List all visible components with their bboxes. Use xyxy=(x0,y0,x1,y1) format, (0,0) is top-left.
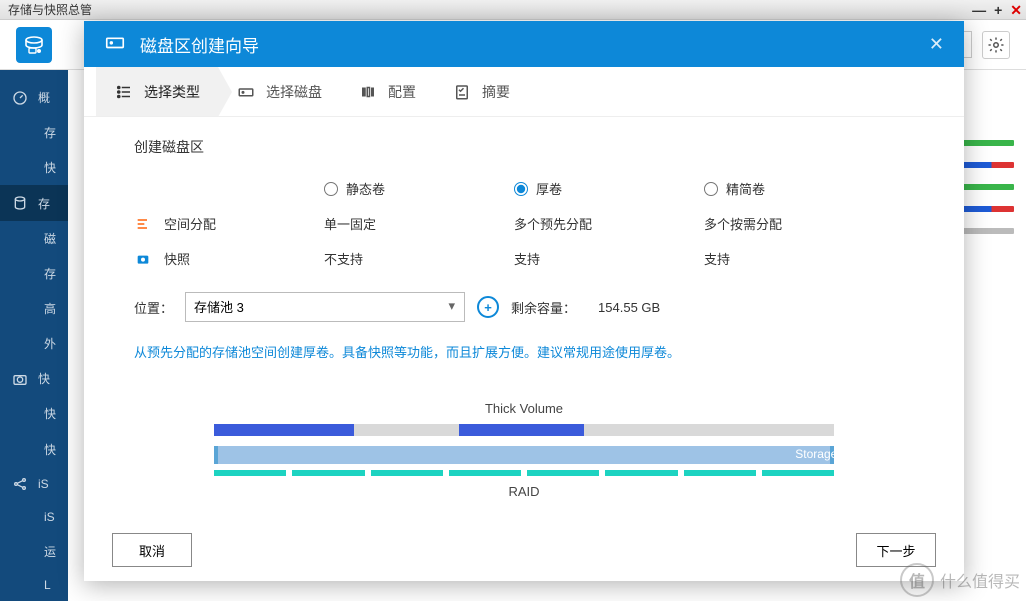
allocation-icon xyxy=(134,215,152,233)
sidebar-item[interactable]: 存 xyxy=(0,256,68,291)
sidebar-item[interactable]: 快 xyxy=(0,150,68,185)
disk-icon xyxy=(104,31,126,58)
sidebar-item[interactable]: 高 xyxy=(0,291,68,326)
sidebar-item[interactable]: 磁 xyxy=(0,221,68,256)
section-title: 创建磁盘区 xyxy=(134,137,914,157)
sliders-icon xyxy=(358,82,378,102)
diagram-thick-label: Thick Volume xyxy=(134,401,914,416)
diagram-raid-label: RAID xyxy=(134,484,914,499)
volume-diagram: Thick Volume Storage Pool RAID xyxy=(134,401,914,499)
volume-wizard-modal: 磁盘区创建向导 ✕ 选择类型 选择磁盘 配置 摘要 创建磁盘区 静态卷 厚卷 精… xyxy=(84,21,964,581)
storage-pool-select[interactable]: 存储池 3 xyxy=(185,292,465,322)
cell: 不支持 xyxy=(324,249,514,268)
sidebar: 概 存 快 存 磁 存 高 外 快 快 快 iS iS 运 L xyxy=(0,70,68,601)
storage-pool-bar: Storage Pool xyxy=(214,446,834,464)
modal-body: 创建磁盘区 静态卷 厚卷 精简卷 空间分配 单一固定 多个预先分配 多个按需分配… xyxy=(84,117,964,519)
close-window-button[interactable]: ✕ xyxy=(1010,2,1022,19)
location-row: 位置： 存储池 3 + 剩余容量： 154.55 GB xyxy=(134,292,914,322)
remaining-label: 剩余容量： xyxy=(511,298,576,317)
status-bars xyxy=(958,140,1014,234)
volume-type-grid: 静态卷 厚卷 精简卷 空间分配 单一固定 多个预先分配 多个按需分配 快照 不支… xyxy=(134,179,914,268)
row-snapshot-label: 快照 xyxy=(134,249,324,268)
step-summary[interactable]: 摘要 xyxy=(434,67,528,116)
settings-button[interactable] xyxy=(982,31,1010,59)
window-title-bar: 存储与快照总管 — + ✕ xyxy=(0,0,1026,20)
radio-thin-volume[interactable]: 精简卷 xyxy=(704,179,894,198)
step-configure[interactable]: 配置 xyxy=(340,67,434,116)
maximize-button[interactable]: + xyxy=(994,2,1002,19)
share-icon xyxy=(12,476,28,492)
remaining-value: 154.55 GB xyxy=(598,300,660,315)
sidebar-item-overview[interactable]: 概 xyxy=(0,80,68,115)
cell: 单一固定 xyxy=(324,214,514,233)
wizard-steps: 选择类型 选择磁盘 配置 摘要 xyxy=(84,67,964,117)
modal-title: 磁盘区创建向导 xyxy=(140,32,259,57)
modal-header: 磁盘区创建向导 ✕ xyxy=(84,21,964,67)
step-select-disk[interactable]: 选择磁盘 xyxy=(218,67,340,116)
cell: 支持 xyxy=(704,249,894,268)
sidebar-item[interactable]: L xyxy=(0,569,68,601)
sidebar-item-iscsi[interactable]: iS xyxy=(0,467,68,501)
modal-close-button[interactable]: ✕ xyxy=(929,34,944,55)
modal-footer: 取消 下一步 xyxy=(84,519,964,581)
list-icon xyxy=(114,82,134,102)
clipboard-icon xyxy=(452,82,472,102)
cell: 支持 xyxy=(514,249,704,268)
location-label: 位置： xyxy=(134,298,173,317)
sidebar-item[interactable]: iS xyxy=(0,501,68,533)
thick-volume-bar xyxy=(214,424,834,436)
cancel-button[interactable]: 取消 xyxy=(112,533,192,567)
drive-icon xyxy=(236,82,256,102)
minimize-button[interactable]: — xyxy=(972,2,986,19)
step-select-type[interactable]: 选择类型 xyxy=(96,67,218,116)
sidebar-item-storage[interactable]: 存 xyxy=(0,185,68,220)
raid-bar xyxy=(214,470,834,476)
sidebar-item-snapshot[interactable]: 快 xyxy=(0,361,68,396)
gear-icon xyxy=(987,36,1005,54)
row-allocation-label: 空间分配 xyxy=(134,214,324,233)
sidebar-item[interactable]: 快 xyxy=(0,432,68,467)
cell: 多个预先分配 xyxy=(514,214,704,233)
sidebar-item[interactable]: 存 xyxy=(0,115,68,150)
next-button[interactable]: 下一步 xyxy=(856,533,936,567)
window-title: 存储与快照总管 xyxy=(8,1,92,18)
app-icon xyxy=(16,27,52,63)
camera-icon xyxy=(12,371,28,387)
gauge-icon xyxy=(12,90,28,106)
cell: 多个按需分配 xyxy=(704,214,894,233)
sidebar-item[interactable]: 快 xyxy=(0,396,68,431)
add-pool-button[interactable]: + xyxy=(477,296,499,318)
sidebar-item[interactable]: 外 xyxy=(0,326,68,361)
radio-thick-volume[interactable]: 厚卷 xyxy=(514,179,704,198)
radio-static-volume[interactable]: 静态卷 xyxy=(324,179,514,198)
snapshot-icon xyxy=(134,250,152,268)
hint-text: 从预先分配的存储池空间创建厚卷。具备快照等功能，而且扩展方便。建议常规用途使用厚… xyxy=(134,342,914,361)
window-controls: — + ✕ xyxy=(972,2,1022,19)
sidebar-item[interactable]: 运 xyxy=(0,533,68,568)
database-icon xyxy=(12,195,28,211)
